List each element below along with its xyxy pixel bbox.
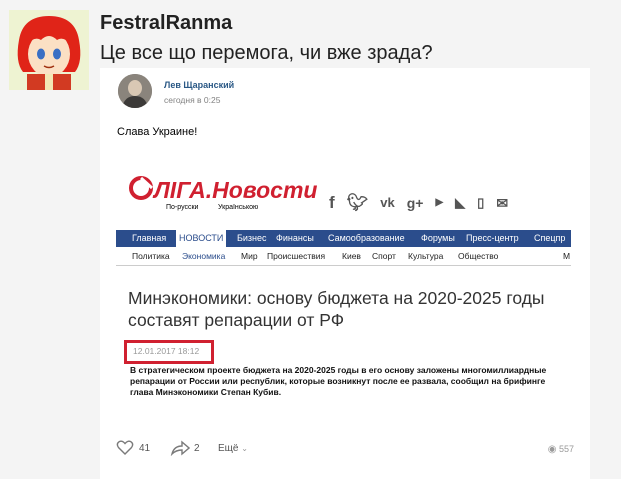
article-date: 12.01.2017 18:12: [133, 346, 200, 356]
rss-icon[interactable]: ◣: [455, 194, 465, 212]
repost-text: Слава Украине!: [117, 126, 198, 138]
menu-item[interactable]: Спецпр: [534, 233, 565, 243]
article-headline[interactable]: Минэкономики: основу бюджета на 2020-202…: [128, 287, 558, 331]
mobile-icon[interactable]: ▯: [477, 194, 484, 212]
like-button[interactable]: [116, 440, 134, 459]
submenu-item-active[interactable]: Экономика: [182, 251, 225, 261]
menu-item-active[interactable]: НОВОСТИ: [176, 230, 227, 247]
submenu-item[interactable]: Киев: [342, 251, 361, 261]
menu-item[interactable]: Форумы: [421, 233, 455, 243]
post-actions: 41 2 Ещё ⌄: [116, 440, 576, 462]
post: FestralRanma Це все що перемога, чи вже …: [0, 0, 621, 479]
more-button[interactable]: Ещё ⌄: [218, 443, 248, 454]
views-counter: ◉ 557: [548, 444, 574, 455]
highlighted-date-box: 12.01.2017 18:12: [124, 340, 214, 364]
menu-item[interactable]: Бизнес: [237, 233, 267, 243]
youtube-icon[interactable]: ▶: [435, 194, 443, 212]
share-button[interactable]: [170, 440, 191, 459]
google-plus-icon[interactable]: g+: [407, 194, 424, 212]
heart-icon: [116, 440, 134, 455]
facebook-icon[interactable]: f: [329, 194, 335, 212]
like-count: 41: [139, 443, 151, 454]
submenu-item[interactable]: Общество: [458, 251, 498, 261]
vk-icon[interactable]: vk: [380, 194, 394, 212]
repost-card: Лев Щаранский сегодня в 0:25 Слава Украи…: [100, 68, 590, 479]
submenu-item[interactable]: Политика: [132, 251, 170, 261]
repost-author-avatar[interactable]: [118, 74, 152, 108]
primary-menu: Главная НОВОСТИ Бизнес Финансы Самообраз…: [116, 230, 571, 247]
menu-item[interactable]: Финансы: [276, 233, 314, 243]
twitter-icon[interactable]: 🐦︎: [347, 194, 369, 212]
share-count: 2: [194, 443, 200, 454]
liga-logo-text: ЛІГА.Новости: [152, 177, 317, 203]
share-icon: [170, 440, 191, 457]
repost-time[interactable]: сегодня в 0:25: [164, 95, 220, 105]
lang-ua-link[interactable]: Українською: [218, 204, 258, 211]
more-label: Ещё: [218, 443, 239, 454]
secondary-menu: Политика Экономика Мир Происшествия Киев…: [116, 247, 571, 266]
username[interactable]: FestralRanma: [100, 12, 232, 35]
embedded-news-screenshot[interactable]: ЛІГА.Новости По-русски Українською f 🐦︎ …: [116, 160, 571, 406]
mail-icon[interactable]: ✉: [496, 194, 508, 212]
submenu-item[interactable]: Культура: [408, 251, 443, 261]
user-avatar[interactable]: [9, 10, 89, 90]
menu-item[interactable]: Главная: [132, 233, 166, 243]
post-text: Це все що перемога, чи вже зрада?: [100, 42, 433, 64]
submenu-item[interactable]: Мир: [241, 251, 258, 261]
menu-item[interactable]: Пресс-центр: [466, 233, 519, 243]
menu-item[interactable]: Самообразование: [328, 233, 405, 243]
eye-icon: ◉: [547, 444, 557, 455]
submenu-item[interactable]: Спорт: [372, 251, 396, 261]
chevron-down-icon: ⌄: [241, 444, 248, 453]
repost-author-name[interactable]: Лев Щаранский: [164, 80, 234, 90]
social-icons: f 🐦︎ vk g+ ▶ ◣ ▯ ✉: [329, 194, 508, 212]
article-lead: В стратегическом проекте бюджета на 2020…: [130, 365, 547, 397]
submenu-item[interactable]: Происшествия: [267, 251, 325, 261]
submenu-item[interactable]: М: [563, 251, 570, 261]
view-count: 557: [558, 444, 574, 454]
lang-ru-link[interactable]: По-русски: [166, 204, 198, 211]
